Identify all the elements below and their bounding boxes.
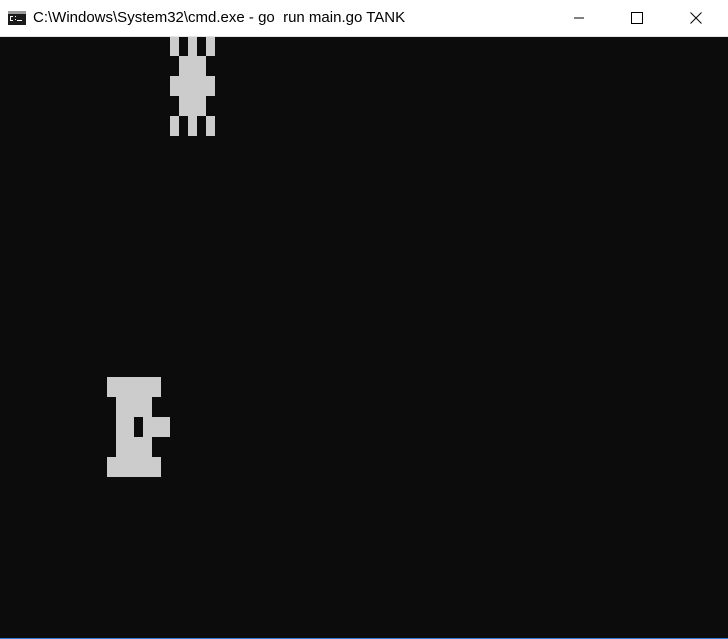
maximize-icon bbox=[631, 12, 643, 24]
enemy-tank-track-bottom-right bbox=[206, 116, 215, 136]
close-icon bbox=[690, 12, 702, 24]
enemy-tank-track-bottom-left bbox=[170, 116, 179, 136]
player-tank-top-track bbox=[107, 377, 161, 397]
player-tank-body-right bbox=[143, 417, 170, 437]
console-window: C:\Windows\System32\cmd.exe - go run mai… bbox=[0, 0, 728, 639]
title-bar[interactable]: C:\Windows\System32\cmd.exe - go run mai… bbox=[0, 0, 728, 37]
enemy-tank-body-upper bbox=[179, 56, 206, 76]
close-button[interactable] bbox=[673, 0, 719, 36]
window-title: C:\Windows\System32\cmd.exe - go run mai… bbox=[33, 9, 406, 26]
enemy-tank-body-middle bbox=[170, 76, 215, 96]
enemy-tank-body-lower bbox=[179, 96, 206, 116]
enemy-tank-track-left bbox=[170, 37, 179, 56]
enemy-tank-track-right bbox=[206, 37, 215, 56]
minimize-button[interactable] bbox=[556, 0, 602, 36]
player-tank-body-upper bbox=[116, 397, 152, 417]
enemy-tank-track-bottom-center bbox=[188, 116, 197, 136]
maximize-button[interactable] bbox=[614, 0, 660, 36]
player-tank-bottom-track bbox=[107, 457, 161, 477]
cmd-icon bbox=[8, 11, 26, 25]
player-tank-body-left bbox=[116, 417, 134, 437]
game-playfield[interactable] bbox=[0, 37, 728, 638]
enemy-tank-track-center bbox=[188, 37, 197, 56]
minimize-icon bbox=[574, 17, 584, 19]
player-tank-body-lower bbox=[116, 437, 152, 457]
